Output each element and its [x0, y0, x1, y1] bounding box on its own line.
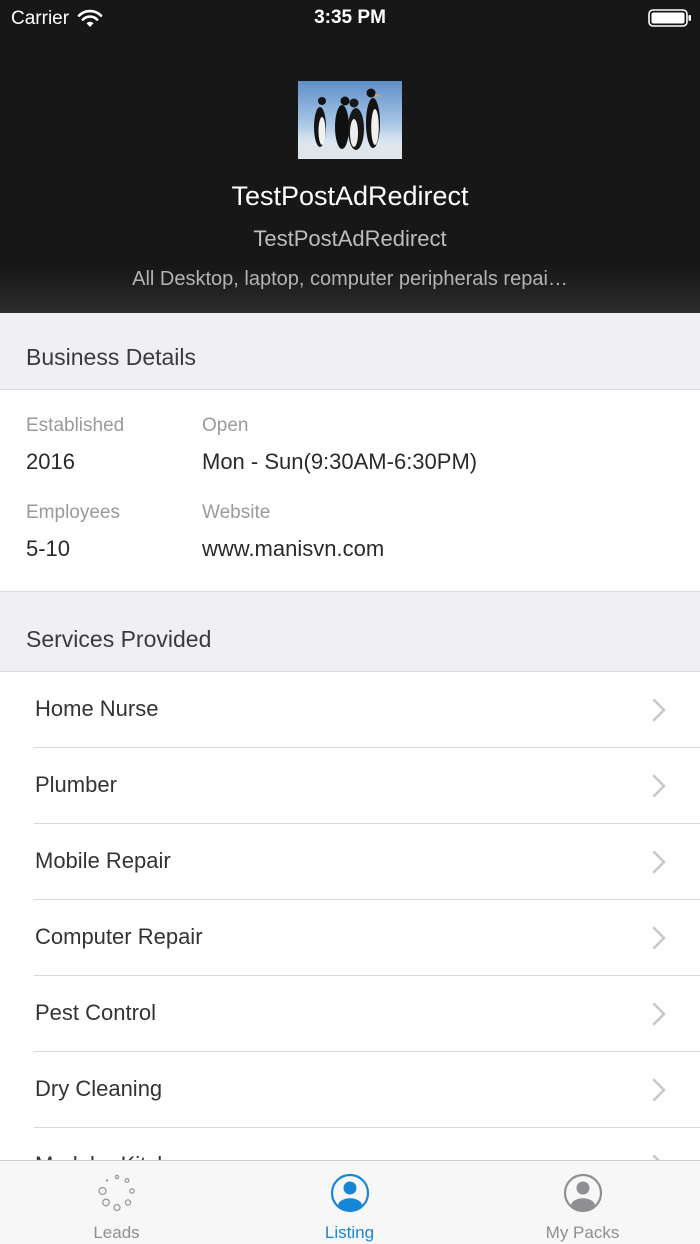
tab-my-packs[interactable]: My Packs — [466, 1161, 699, 1244]
business-subtitle: TestPostAdRedirect — [253, 226, 447, 251]
established-label: Established — [26, 415, 125, 436]
tab-listing-label: Listing — [324, 1223, 375, 1242]
service-row-modular-kitchen[interactable]: Modular Kitchen — [0, 1128, 700, 1162]
person-icon — [330, 1173, 369, 1213]
service-label: Pest Control — [35, 1000, 157, 1025]
chevron-right-icon — [652, 1002, 666, 1026]
employees-label: Employees — [26, 502, 120, 523]
clock: 3:35 PM — [314, 7, 386, 28]
profile-header: Carrier 3:35 PM TestPostAdRedirect TestP… — [0, 0, 700, 313]
business-description: All Desktop, laptop, computer peripheral… — [132, 268, 568, 290]
services-list: Home Nurse Plumber Mobile Repair Compute… — [0, 672, 700, 1162]
service-label: Plumber — [35, 772, 117, 797]
service-row-dry-cleaning[interactable]: Dry Cleaning — [0, 1052, 700, 1128]
service-row-home-nurse[interactable]: Home Nurse — [0, 672, 700, 748]
chevron-right-icon — [652, 698, 666, 722]
website-label: Website — [202, 502, 271, 523]
tab-leads-label: Leads — [93, 1223, 140, 1242]
chevron-right-icon — [652, 1078, 666, 1102]
service-label: Mobile Repair — [35, 848, 171, 873]
chevron-right-icon — [652, 850, 666, 874]
tab-listing[interactable]: Listing — [233, 1161, 466, 1244]
business-details-heading: Business Details — [26, 344, 197, 370]
service-row-plumber[interactable]: Plumber — [0, 748, 700, 824]
chevron-right-icon — [652, 774, 666, 798]
business-details-header: Business Details — [0, 313, 700, 390]
status-bar: Carrier 3:35 PM — [0, 0, 700, 38]
open-label: Open — [202, 415, 249, 436]
established-value: 2016 — [26, 449, 75, 474]
service-row-mobile-repair[interactable]: Mobile Repair — [0, 824, 700, 900]
website-link[interactable]: www.manisvn.com — [202, 536, 384, 562]
chevron-right-icon — [652, 926, 666, 950]
service-label: Dry Cleaning — [35, 1076, 163, 1101]
service-label: Home Nurse — [35, 696, 159, 721]
open-hours-value: Mon - Sun(9:30AM-6:30PM) — [202, 449, 478, 474]
person-icon — [563, 1173, 602, 1213]
tab-bar: Leads Listing My Packs — [0, 1160, 700, 1244]
services-header: Services Provided — [0, 591, 700, 672]
spinner-icon — [97, 1174, 135, 1212]
battery-icon — [648, 9, 691, 27]
business-details: Established 2016 Open Mon - Sun(9:30AM-6… — [0, 390, 700, 591]
service-label: Computer Repair — [35, 924, 203, 949]
tab-my-packs-label: My Packs — [545, 1223, 620, 1242]
service-row-computer-repair[interactable]: Computer Repair — [0, 900, 700, 976]
services-heading: Services Provided — [26, 626, 212, 652]
business-title: TestPostAdRedirect — [231, 181, 469, 211]
service-row-pest-control[interactable]: Pest Control — [0, 976, 700, 1052]
business-logo — [298, 81, 402, 159]
employees-value: 5-10 — [26, 536, 71, 561]
tab-leads[interactable]: Leads — [0, 1161, 233, 1244]
